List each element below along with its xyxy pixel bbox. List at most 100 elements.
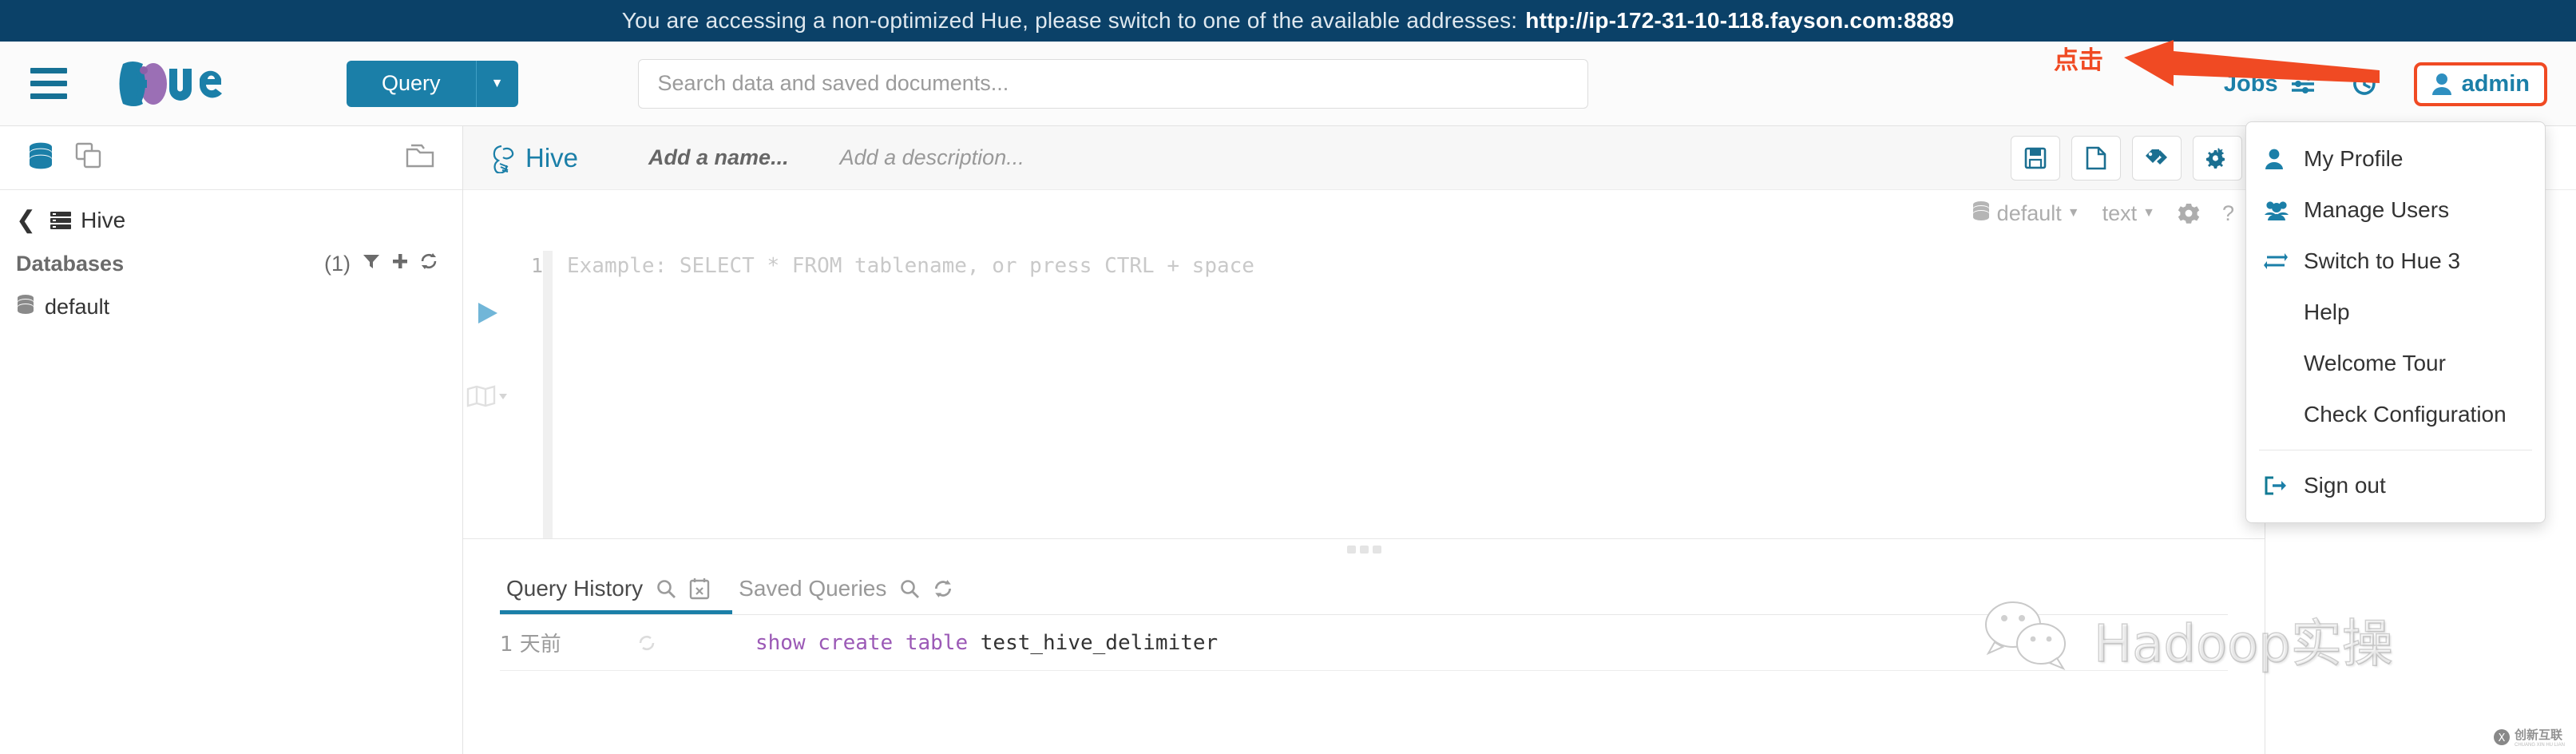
hamburger-bar [30,68,67,73]
query-dropdown-caret-icon[interactable]: ▼ [476,60,518,107]
result-format-selector[interactable]: text ▼ [2102,201,2155,226]
non-optimized-banner: You are accessing a non-optimized Hue, p… [0,0,2576,42]
swap-icon [2264,251,2304,272]
query-button-label: Query [382,71,441,95]
refresh-icon[interactable] [933,578,953,599]
editor-title-label: Hive [525,142,579,173]
signout-icon [2264,475,2304,496]
hue-logo-icon [119,61,222,106]
databases-count: (1) [324,252,351,276]
filter-icon[interactable] [362,252,381,276]
top-navigation-bar: Query ▼ Jobs [0,42,2576,126]
editor-area: Hive Add a name... Add a description... [463,126,2265,754]
menu-item-help[interactable]: Help [2246,287,2545,338]
clear-history-icon[interactable] [689,577,710,600]
table-row[interactable]: 1 天前 show create table test_hive_delimit… [500,615,2228,671]
tags-button[interactable] [2132,135,2182,181]
menu-item-welcome-tour[interactable]: Welcome Tour [2246,338,2545,389]
user-dropdown-menu: My Profile Manage Users Switch to Hue 3 [2245,121,2546,523]
history-status-icon [636,632,755,654]
code-input-area[interactable]: 1 Example: SELECT * FROM tablename, or p… [509,236,2265,538]
gears-icon [2206,148,2225,169]
code-placeholder: Example: SELECT * FROM tablename, or pre… [543,251,2233,538]
jobs-button[interactable]: Jobs [2224,71,2316,97]
search-icon[interactable] [899,578,920,599]
collapse-panel-icon[interactable] [405,144,435,173]
query-plan-button[interactable] [466,384,507,412]
chevron-down-icon: ▼ [2067,206,2080,220]
tab-label: Saved Queries [739,576,887,601]
sidebar-item-default-database[interactable]: default [16,294,438,320]
sidebar-content: ❮ Hive Databases (1) default [0,190,462,320]
line-number: 1 [530,254,543,277]
chevron-left-icon: ❮ [16,207,37,233]
breadcrumb-label: Hive [81,207,126,232]
save-icon [2024,147,2047,169]
map-icon [466,385,507,407]
user-menu-label: admin [2461,70,2530,97]
user-menu-button[interactable]: admin [2413,62,2547,106]
editor-run-controls [463,236,509,538]
tab-label: Query History [506,576,644,601]
menu-item-sign-out[interactable]: Sign out [2246,460,2545,511]
hamburger-bar [30,81,67,86]
tag-icon [2146,149,2167,165]
hamburger-menu-icon[interactable] [30,68,67,99]
chevron-down-icon: ▼ [2142,206,2155,220]
resize-grip-icon [1346,546,1381,554]
user-icon [2264,148,2304,170]
sql-object: test_hive_delimiter [980,630,1219,655]
editor-description-field[interactable]: Add a description... [840,145,1024,170]
breadcrumb[interactable]: ❮ Hive [16,206,438,234]
editor-resize-handle[interactable] [463,538,2265,556]
menu-item-manage-users[interactable]: Manage Users [2246,185,2545,236]
menu-item-label: Manage Users [2304,197,2450,222]
refresh-icon[interactable] [419,252,438,276]
search-input[interactable] [637,58,1588,109]
database-icon [16,294,35,320]
job-history-icon[interactable] [2350,69,2379,98]
menu-item-label: Welcome Tour [2304,351,2446,375]
hive-source-icon [49,210,73,231]
history-tabs: Query History Saved Queries [500,556,2228,615]
databases-header: Databases (1) [16,252,438,276]
menu-item-my-profile[interactable]: My Profile [2246,133,2545,185]
database-sources-icon[interactable] [27,141,54,174]
database-selector-label: default [1996,200,2062,225]
menu-item-switch-to-hue-3[interactable]: Switch to Hue 3 [2246,236,2545,287]
hue-logo[interactable] [117,59,276,109]
save-button[interactable] [2011,135,2060,181]
database-selector[interactable]: default ▼ [1971,200,2080,227]
query-button[interactable]: Query [347,60,477,107]
code-editor: 1 Example: SELECT * FROM tablename, or p… [463,236,2265,538]
documents-icon[interactable] [75,142,102,173]
editor-name-field[interactable]: Add a name... [648,145,789,170]
new-document-button[interactable] [2071,135,2121,181]
add-icon[interactable] [390,252,410,276]
gear-icon [2178,204,2200,224]
new-file-icon [2086,146,2106,169]
play-icon [478,303,497,323]
sql-keywords: show create table [755,630,969,655]
database-icon [1971,200,1991,227]
global-search [637,58,1588,109]
editor-help-button[interactable]: ? [2222,201,2234,226]
banner-url[interactable]: http://ip-172-31-10-118.fayson.com:8889 [1525,8,1954,34]
menu-item-check-configuration[interactable]: Check Configuration [2246,389,2545,440]
tab-saved-queries[interactable]: Saved Queries [732,576,976,614]
search-icon[interactable] [656,578,676,599]
query-history-panel: Query History Saved Queries 1 天前 show cr… [463,556,2265,754]
history-query-text: show create table test_hive_delimiter [755,631,1218,655]
jobs-label: Jobs [2223,70,2278,97]
app-body: ❮ Hive Databases (1) default Hive Add a … [0,126,2576,754]
hive-bee-icon [490,143,517,173]
sidebar-item-label: default [45,295,110,319]
query-button-group: Query ▼ [347,60,518,107]
session-settings-button[interactable] [2178,202,2200,224]
editor-settings-button[interactable] [2193,135,2242,181]
history-timestamp: 1 天前 [500,633,561,657]
tab-query-history[interactable]: Query History [500,576,732,614]
run-query-button[interactable] [472,299,501,331]
menu-item-label: Sign out [2304,473,2386,498]
editor-header: Hive Add a name... Add a description... [463,126,2265,190]
